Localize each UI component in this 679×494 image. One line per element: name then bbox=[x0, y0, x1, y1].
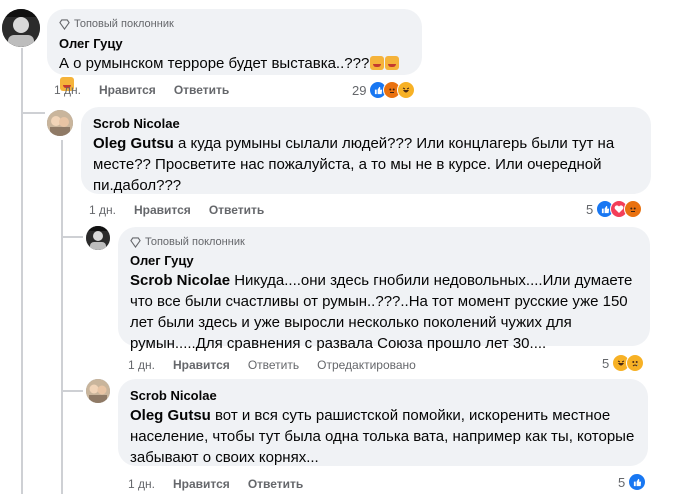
comment-actions: 1 дн. Нравится Ответить Отредактировано bbox=[128, 357, 416, 373]
avatar[interactable] bbox=[86, 226, 110, 250]
reply-button[interactable]: Ответить bbox=[248, 358, 299, 372]
reaction-count: 29 bbox=[352, 82, 367, 98]
comment-bubble: Scrob Nicolae Oleg Gutsu а куда румыны с… bbox=[81, 107, 651, 194]
clown-emoji-icon bbox=[385, 56, 400, 70]
comment-text: Oleg Gutsu а куда румыны сылали людей???… bbox=[93, 133, 639, 196]
timestamp[interactable]: 1 дн. bbox=[54, 83, 81, 97]
avatar[interactable] bbox=[2, 9, 40, 47]
comment-bubble: Scrob Nicolae Oleg Gutsu вот и вся суть … bbox=[118, 379, 648, 466]
edited-label[interactable]: Отредактировано bbox=[317, 358, 416, 372]
reaction-summary[interactable]: 5 bbox=[586, 199, 643, 219]
reaction-count: 5 bbox=[602, 355, 610, 371]
thread-line bbox=[21, 112, 45, 114]
reply-button[interactable]: Ответить bbox=[209, 203, 264, 217]
like-button[interactable]: Нравится bbox=[134, 203, 191, 217]
mention-link[interactable]: Oleg Gutsu bbox=[93, 135, 174, 152]
timestamp[interactable]: 1 дн. bbox=[128, 477, 155, 491]
top-fan-badge: Топовый поклонник bbox=[130, 235, 638, 249]
comment-body: А о румынском терроре будет выставка..??… bbox=[59, 55, 370, 72]
comment-actions: 1 дн. Нравится Ответить bbox=[54, 82, 229, 98]
comment-text: Oleg Gutsu вот и вся суть рашистской пом… bbox=[130, 405, 636, 468]
like-button[interactable]: Нравится bbox=[99, 83, 156, 97]
thread-line bbox=[21, 48, 23, 494]
like-button[interactable]: Нравится bbox=[173, 358, 230, 372]
like-icon bbox=[628, 473, 647, 491]
thread-line bbox=[61, 140, 63, 494]
timestamp[interactable]: 1 дн. bbox=[128, 358, 155, 372]
sad-icon bbox=[626, 354, 645, 372]
timestamp[interactable]: 1 дн. bbox=[89, 203, 116, 217]
badge-label: Топовый поклонник bbox=[74, 18, 174, 30]
thread-line bbox=[61, 390, 83, 392]
top-fan-badge: Топовый поклонник bbox=[59, 17, 410, 31]
reaction-count: 5 bbox=[618, 474, 626, 490]
avatar[interactable] bbox=[47, 110, 73, 136]
avatar[interactable] bbox=[86, 379, 110, 403]
mention-link[interactable]: Oleg Gutsu bbox=[130, 407, 211, 424]
reaction-summary[interactable]: 29 bbox=[352, 80, 416, 100]
mention-link[interactable]: Scrob Nicolae bbox=[130, 272, 230, 289]
comment-actions: 1 дн. Нравится Ответить bbox=[89, 202, 264, 218]
like-button[interactable]: Нравится bbox=[173, 477, 230, 491]
reaction-summary[interactable]: 5 bbox=[618, 472, 647, 492]
reply-button[interactable]: Ответить bbox=[248, 477, 303, 491]
clown-emoji-icon bbox=[370, 56, 385, 70]
badge-label: Топовый поклонник bbox=[145, 236, 245, 248]
reply-button[interactable]: Ответить bbox=[174, 83, 229, 97]
comment-bubble: Топовый поклонник Олег Гуцу А о румынско… bbox=[47, 9, 422, 91]
comment-author[interactable]: Олег Гуцу bbox=[130, 252, 638, 270]
diamond-icon bbox=[59, 18, 70, 30]
diamond-icon bbox=[130, 236, 141, 248]
comment-actions: 1 дн. Нравится Ответить bbox=[128, 476, 303, 492]
reaction-count: 5 bbox=[586, 201, 594, 217]
comment-author[interactable]: Олег Гуцу bbox=[59, 35, 410, 53]
comment-author[interactable]: Scrob Nicolae bbox=[130, 387, 636, 405]
angry-icon bbox=[624, 200, 643, 218]
thread-line bbox=[61, 236, 83, 238]
comment-text: Scrob Nicolae Никуда....они здесь гнобил… bbox=[130, 270, 638, 354]
comment-bubble: Топовый поклонник Олег Гуцу Scrob Nicola… bbox=[118, 227, 650, 352]
reaction-summary[interactable]: 5 bbox=[602, 353, 645, 373]
haha-icon bbox=[397, 81, 416, 99]
comment-author[interactable]: Scrob Nicolae bbox=[93, 115, 639, 133]
